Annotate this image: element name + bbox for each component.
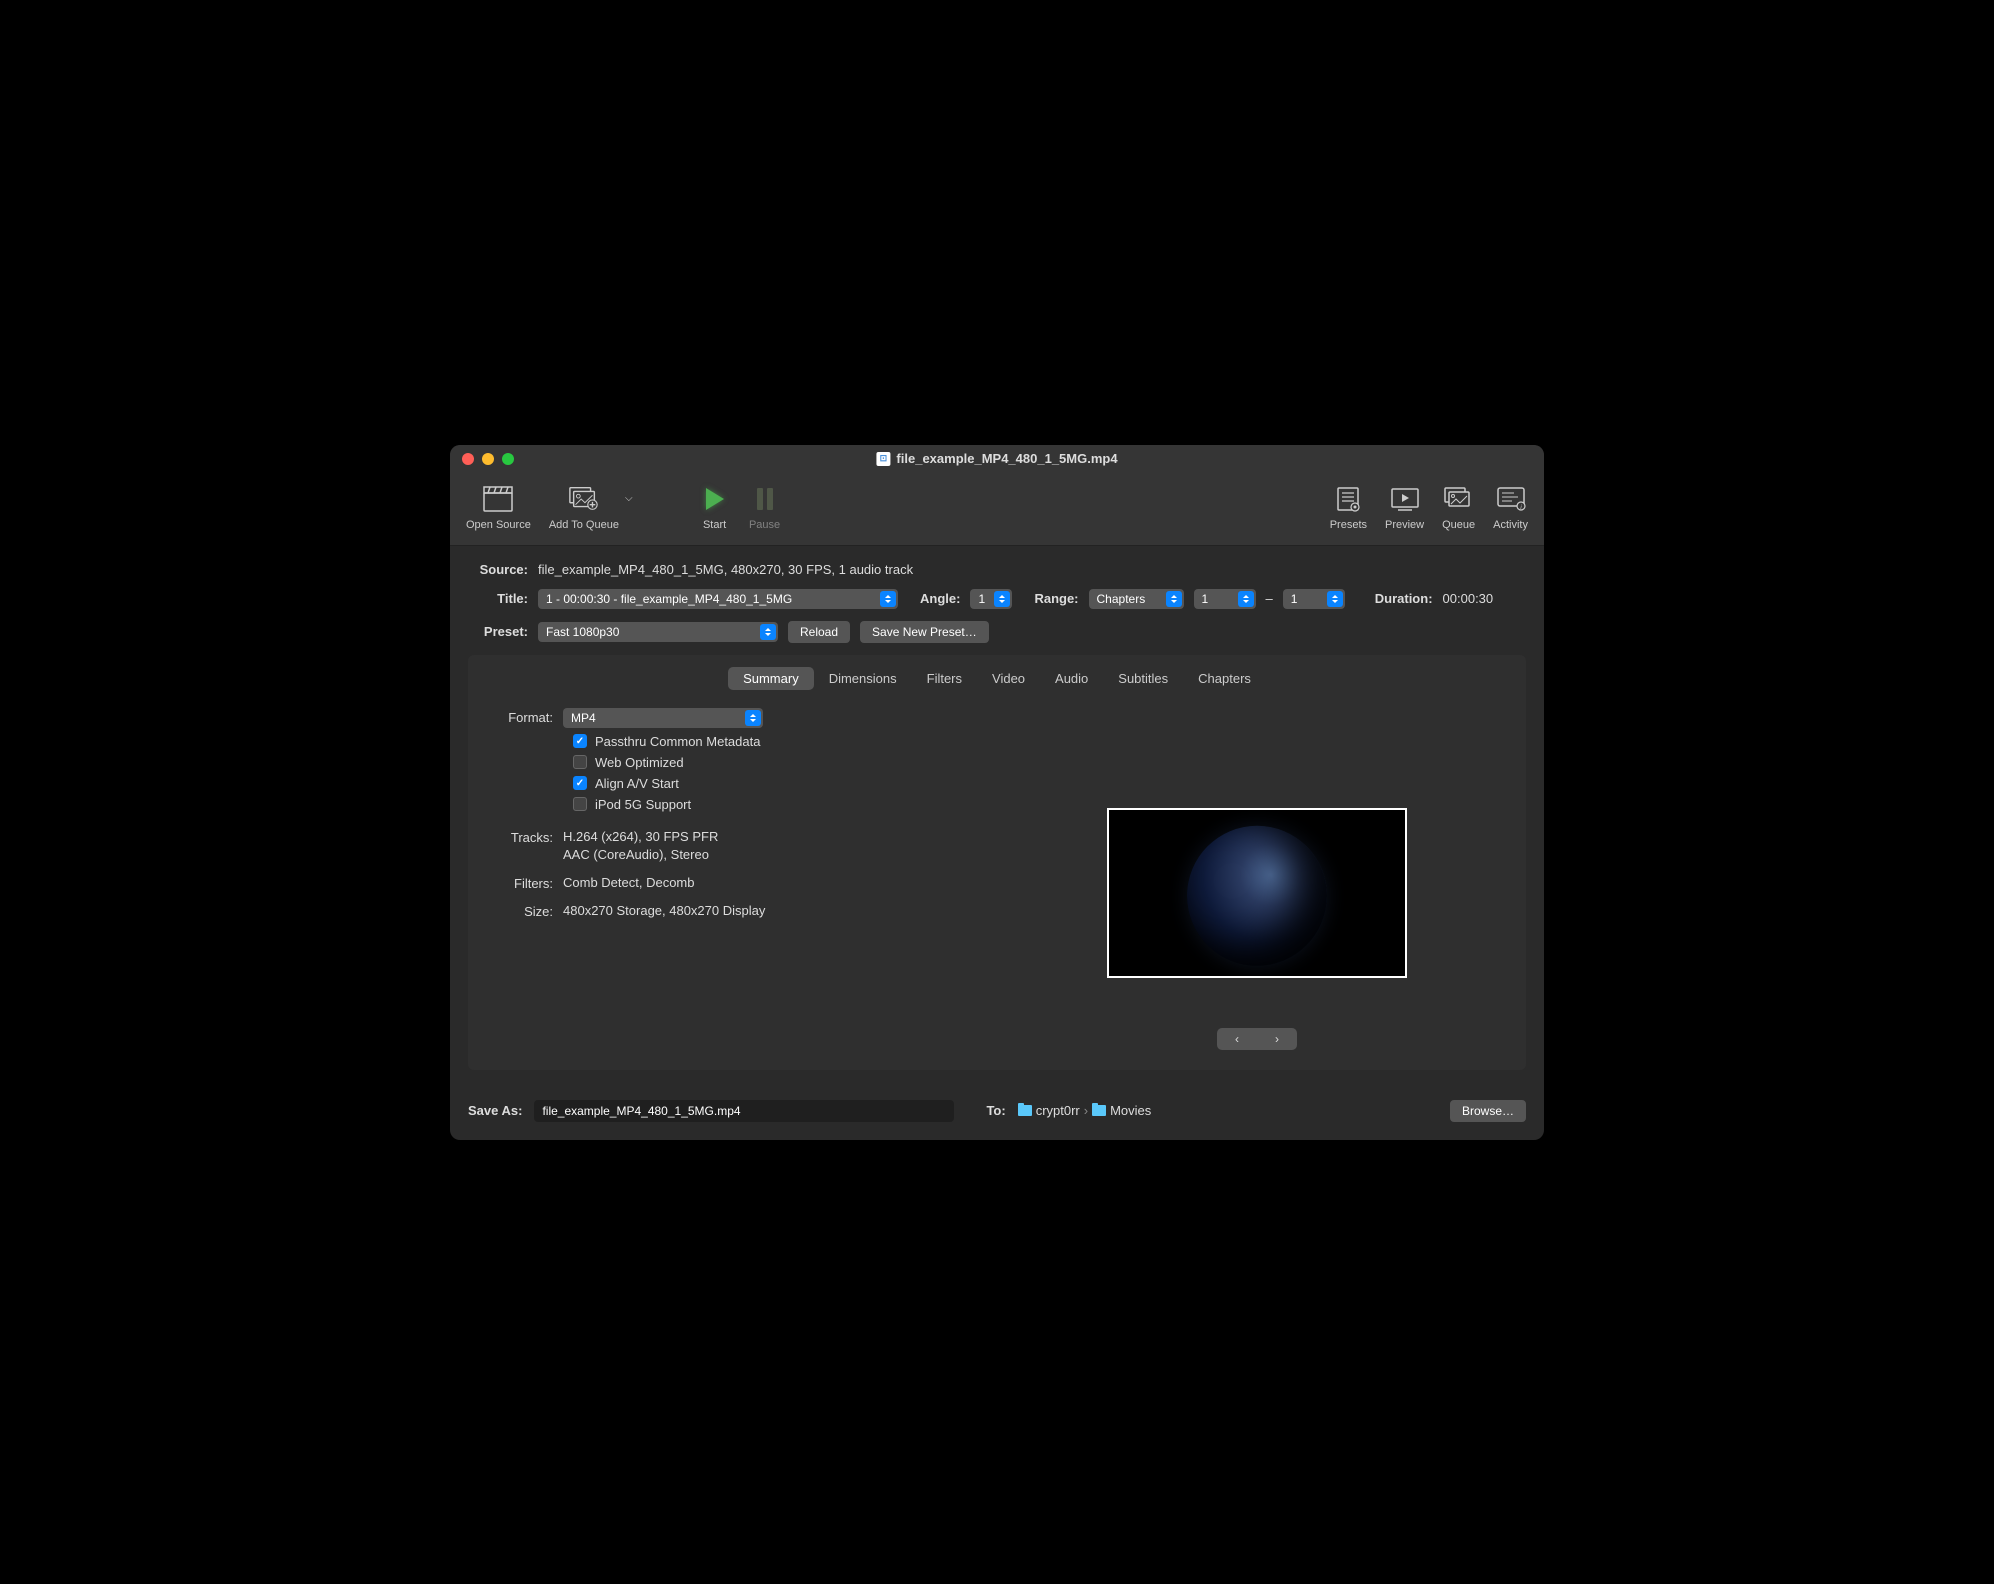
path-folder: Movies xyxy=(1110,1103,1151,1118)
source-value: file_example_MP4_480_1_5MG, 480x270, 30 … xyxy=(538,562,913,577)
save-as-input[interactable] xyxy=(534,1100,954,1122)
earth-icon xyxy=(1187,825,1327,965)
preview-nav: ‹ › xyxy=(1217,1028,1297,1050)
save-as-label: Save As: xyxy=(468,1103,522,1118)
angle-select[interactable]: 1 xyxy=(970,589,1012,609)
format-label: Format: xyxy=(488,708,563,725)
titlebar: ⊡ file_example_MP4_480_1_5MG.mp4 xyxy=(450,445,1544,473)
tracks-audio-value: AAC (CoreAudio), Stereo xyxy=(563,846,968,864)
preset-label: Preset: xyxy=(468,624,528,639)
filters-value: Comb Detect, Decomb xyxy=(563,874,968,892)
preview-button[interactable]: Preview xyxy=(1385,483,1424,531)
size-value: 480x270 Storage, 480x270 Display xyxy=(563,902,968,920)
duration-label: Duration: xyxy=(1375,591,1433,606)
duration-value: 00:00:30 xyxy=(1443,591,1494,606)
folder-icon xyxy=(1092,1105,1106,1116)
to-label: To: xyxy=(986,1103,1005,1118)
preview-icon xyxy=(1389,483,1421,515)
range-separator: – xyxy=(1266,591,1273,606)
format-select[interactable]: MP4 xyxy=(563,708,763,728)
size-label: Size: xyxy=(488,902,563,919)
source-label: Source: xyxy=(468,562,528,577)
window-title: ⊡ file_example_MP4_480_1_5MG.mp4 xyxy=(876,451,1117,466)
tab-video[interactable]: Video xyxy=(977,667,1040,690)
tracks-video-value: H.264 (x264), 30 FPS PFR xyxy=(563,828,968,846)
preset-select[interactable]: Fast 1080p30 xyxy=(538,622,778,642)
folder-icon xyxy=(1018,1105,1032,1116)
tabs-container: Summary Dimensions Filters Video Audio S… xyxy=(468,655,1526,1070)
save-preset-button[interactable]: Save New Preset… xyxy=(860,621,989,643)
presets-button[interactable]: Presets xyxy=(1330,483,1367,531)
tab-summary[interactable]: Summary xyxy=(728,667,814,690)
web-optimized-checkbox[interactable] xyxy=(573,755,587,769)
open-source-button[interactable]: Open Source xyxy=(466,483,531,531)
title-label: Title: xyxy=(468,591,528,606)
preview-image xyxy=(1107,808,1407,978)
web-optimized-label: Web Optimized xyxy=(595,755,684,770)
maximize-window-button[interactable] xyxy=(502,453,514,465)
activity-button[interactable]: i Activity xyxy=(1493,483,1528,531)
browse-button[interactable]: Browse… xyxy=(1450,1100,1526,1122)
minimize-window-button[interactable] xyxy=(482,453,494,465)
pause-icon xyxy=(749,483,781,515)
window-title-text: file_example_MP4_480_1_5MG.mp4 xyxy=(896,451,1117,466)
toolbar: Open Source Add To Queue ⌵ Start Pause xyxy=(450,473,1544,546)
tab-filters[interactable]: Filters xyxy=(912,667,977,690)
passthru-metadata-checkbox[interactable] xyxy=(573,734,587,748)
activity-icon: i xyxy=(1495,483,1527,515)
align-av-label: Align A/V Start xyxy=(595,776,679,791)
add-queue-dropdown[interactable]: ⌵ xyxy=(619,493,639,504)
range-type-select[interactable]: Chapters xyxy=(1089,589,1184,609)
traffic-lights xyxy=(462,453,514,465)
queue-button[interactable]: Queue xyxy=(1442,483,1475,531)
preview-next-button[interactable]: › xyxy=(1257,1028,1297,1050)
passthru-metadata-label: Passthru Common Metadata xyxy=(595,734,760,749)
range-from-select[interactable]: 1 xyxy=(1194,589,1256,609)
queue-icon xyxy=(1443,483,1475,515)
reload-button[interactable]: Reload xyxy=(788,621,850,643)
app-window: ⊡ file_example_MP4_480_1_5MG.mp4 Open So… xyxy=(450,445,1544,1140)
footer: Save As: To: crypt0rr › Movies Browse… xyxy=(450,1086,1544,1140)
add-queue-icon xyxy=(568,483,600,515)
tracks-label: Tracks: xyxy=(488,828,563,845)
presets-icon xyxy=(1332,483,1364,515)
path-user: crypt0rr xyxy=(1036,1103,1080,1118)
add-to-queue-button[interactable]: Add To Queue xyxy=(549,483,619,531)
tab-audio[interactable]: Audio xyxy=(1040,667,1103,690)
clapperboard-icon xyxy=(482,483,514,515)
ipod-label: iPod 5G Support xyxy=(595,797,691,812)
tab-chapters[interactable]: Chapters xyxy=(1183,667,1266,690)
path-separator: › xyxy=(1084,1103,1088,1118)
start-button[interactable]: Start xyxy=(699,483,731,531)
range-to-select[interactable]: 1 xyxy=(1283,589,1345,609)
tab-dimensions[interactable]: Dimensions xyxy=(814,667,912,690)
content-area: Source: file_example_MP4_480_1_5MG, 480x… xyxy=(450,546,1544,1086)
close-window-button[interactable] xyxy=(462,453,474,465)
angle-label: Angle: xyxy=(920,591,960,606)
filters-label: Filters: xyxy=(488,874,563,891)
align-av-checkbox[interactable] xyxy=(573,776,587,790)
play-icon xyxy=(699,483,731,515)
tabs: Summary Dimensions Filters Video Audio S… xyxy=(468,667,1526,690)
pause-button: Pause xyxy=(749,483,781,531)
preview-prev-button[interactable]: ‹ xyxy=(1217,1028,1257,1050)
summary-panel: Format: MP4 Passthru Common Metadata Web… xyxy=(468,708,1526,1050)
ipod-checkbox[interactable] xyxy=(573,797,587,811)
title-select[interactable]: 1 - 00:00:30 - file_example_MP4_480_1_5M… xyxy=(538,589,898,609)
destination-path: crypt0rr › Movies xyxy=(1018,1103,1152,1118)
tab-subtitles[interactable]: Subtitles xyxy=(1103,667,1183,690)
file-icon: ⊡ xyxy=(876,452,890,466)
range-label: Range: xyxy=(1034,591,1078,606)
